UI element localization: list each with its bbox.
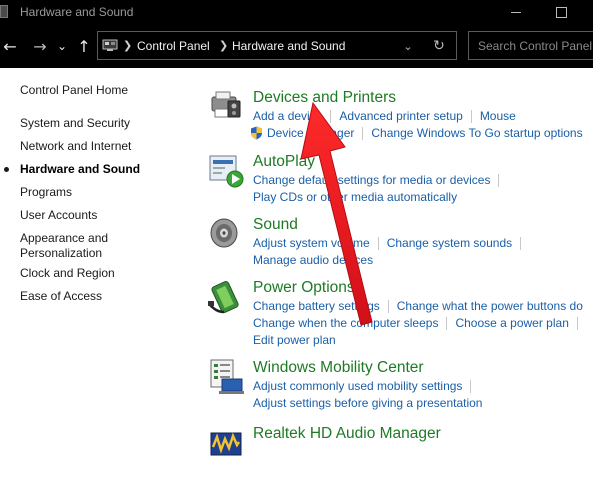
change-when-computer-sleeps-link[interactable]: Change when the computer sleeps: [253, 316, 438, 330]
minimize-button[interactable]: [493, 0, 539, 24]
uac-shield-icon: [251, 126, 262, 140]
window-title: Hardware and Sound: [20, 5, 134, 19]
category-title[interactable]: Windows Mobility Center: [253, 359, 424, 377]
sidebar-item-label: Appearance and: [20, 231, 109, 245]
link-separator: [520, 236, 522, 250]
link-row: Adjust settings before giving a presenta…: [253, 396, 482, 410]
up-button[interactable]: ↑: [74, 34, 94, 58]
breadcrumb-control-panel[interactable]: Control Panel: [137, 39, 210, 53]
link-separator: [446, 316, 448, 330]
sidebar-item-network-and-internet[interactable]: Network and Internet: [20, 139, 131, 154]
link-separator: [387, 299, 389, 313]
back-button[interactable]: ←: [0, 34, 20, 58]
link-separator: [362, 126, 364, 140]
change-system-sounds-link[interactable]: Change system sounds: [387, 236, 512, 250]
address-dropdown-button[interactable]: ⌄: [397, 36, 419, 56]
add-a-device-link[interactable]: Add a device: [253, 109, 322, 123]
category-title[interactable]: Sound: [253, 216, 298, 234]
speaker-icon: [210, 218, 238, 248]
edit-power-plan-link[interactable]: Edit power plan: [253, 333, 336, 347]
sidebar-item-programs[interactable]: Programs: [20, 185, 72, 200]
breadcrumb-separator[interactable]: ❯: [219, 39, 228, 52]
adjust-mobility-settings-link[interactable]: Adjust commonly used mobility settings: [253, 379, 462, 393]
link-separator: [576, 316, 578, 330]
category-title[interactable]: Devices and Printers: [253, 89, 396, 107]
printer-icon: [211, 91, 241, 118]
sidebar-item-appearance-and-personalization[interactable]: Appearance and Personalization: [20, 231, 108, 261]
play-cds-link[interactable]: Play CDs or other media automatically: [253, 190, 457, 204]
recent-locations-button[interactable]: ⌄: [54, 34, 70, 58]
refresh-button[interactable]: ↻: [428, 36, 450, 56]
adjust-system-volume-link[interactable]: Adjust system volume: [253, 236, 370, 250]
link-row: Change battery settings Change what the …: [253, 299, 583, 313]
sidebar-item-label: Personalization: [20, 246, 103, 260]
link-row: Adjust commonly used mobility settings: [253, 379, 479, 393]
link-row: Change default settings for media or dev…: [253, 173, 507, 187]
link-separator: [330, 109, 332, 123]
link-row: Device Manager Change Windows To Go star…: [250, 126, 583, 140]
navigation-bar: ← → ⌄ ↑ ❯ Control Panel ❯ Hardware and S…: [0, 24, 593, 68]
minimize-icon: [511, 11, 521, 13]
manage-audio-devices-link[interactable]: Manage audio devices: [253, 253, 373, 267]
sidebar-item-hardware-and-sound[interactable]: Hardware and Sound: [20, 162, 140, 177]
change-power-buttons-link[interactable]: Change what the power buttons do: [397, 299, 583, 313]
category-title[interactable]: Realtek HD Audio Manager: [253, 425, 441, 443]
link-row: Adjust system volume Change system sound…: [253, 236, 529, 250]
change-windows-to-go-link[interactable]: Change Windows To Go startup options: [371, 126, 582, 140]
maximize-button[interactable]: [538, 0, 584, 24]
link-row: Add a device Advanced printer setup Mous…: [253, 109, 516, 123]
sidebar-item-user-accounts[interactable]: User Accounts: [20, 208, 97, 223]
forward-button[interactable]: →: [30, 34, 50, 58]
control-panel-icon: [0, 5, 8, 18]
category-title[interactable]: AutoPlay: [253, 153, 315, 171]
advanced-printer-setup-link[interactable]: Advanced printer setup: [339, 109, 462, 123]
change-battery-settings-link[interactable]: Change battery settings: [253, 299, 380, 313]
breadcrumb-hardware-and-sound[interactable]: Hardware and Sound: [232, 39, 345, 53]
link-row: Play CDs or other media automatically: [253, 190, 457, 204]
link-separator: [377, 236, 379, 250]
sidebar-item-ease-of-access[interactable]: Ease of Access: [20, 289, 102, 304]
mobility-center-icon: [210, 359, 244, 394]
control-panel-icon: [102, 39, 118, 51]
category-title[interactable]: Power Options: [253, 279, 355, 297]
search-input[interactable]: Search Control Panel: [468, 31, 593, 60]
autoplay-icon: [209, 155, 244, 188]
adjust-presentation-settings-link[interactable]: Adjust settings before giving a presenta…: [253, 396, 482, 410]
link-separator: [470, 109, 472, 123]
active-bullet-icon: [4, 167, 9, 172]
breadcrumb-separator[interactable]: ❯: [123, 39, 132, 52]
maximize-icon: [555, 6, 567, 18]
title-bar: Hardware and Sound: [0, 0, 593, 24]
device-manager-link[interactable]: Device Manager: [267, 126, 354, 140]
sidebar-item-system-and-security[interactable]: System and Security: [20, 116, 130, 131]
change-default-settings-link[interactable]: Change default settings for media or dev…: [253, 173, 490, 187]
realtek-audio-icon: [210, 432, 242, 456]
link-row: Change when the computer sleeps Choose a…: [253, 316, 586, 330]
sidebar: Control Panel Home System and Security N…: [0, 68, 190, 484]
sidebar-item-control-panel-home[interactable]: Control Panel Home: [20, 83, 128, 98]
link-separator: [470, 379, 472, 393]
link-row: Manage audio devices: [253, 253, 373, 267]
link-row: Edit power plan: [253, 333, 336, 347]
choose-power-plan-link[interactable]: Choose a power plan: [455, 316, 568, 330]
battery-icon: [208, 280, 239, 314]
mouse-link[interactable]: Mouse: [480, 109, 516, 123]
sidebar-item-clock-and-region[interactable]: Clock and Region: [20, 266, 115, 281]
address-bar[interactable]: ❯ Control Panel ❯ Hardware and Sound ⌄ ↻: [97, 31, 457, 60]
link-separator: [498, 173, 500, 187]
